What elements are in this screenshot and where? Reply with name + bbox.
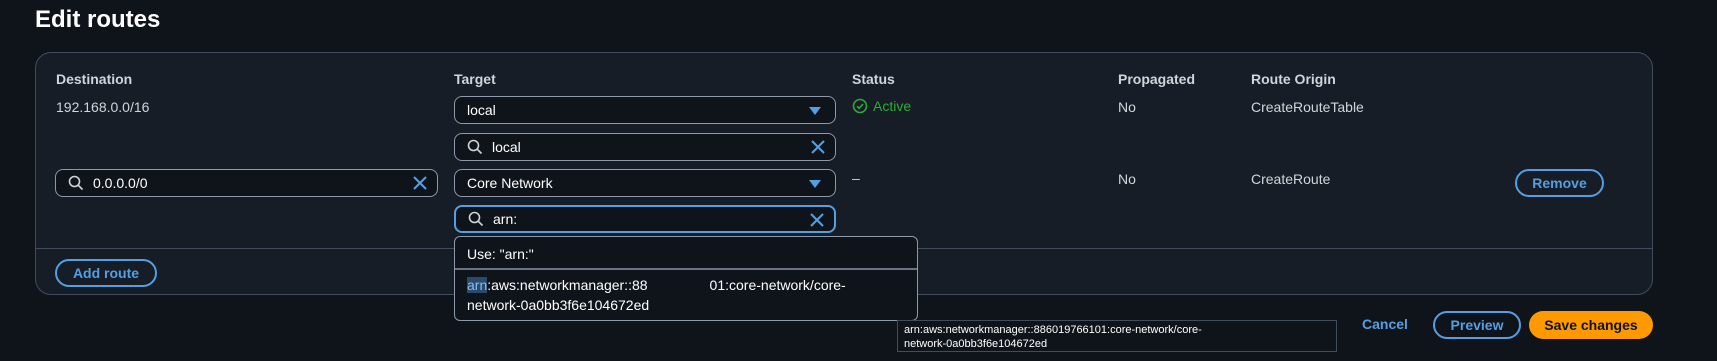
clear-icon[interactable] [811, 140, 825, 154]
clear-icon[interactable] [413, 176, 427, 190]
row1-target-search-value: local [492, 139, 521, 155]
row1-route-origin: CreateRouteTable [1251, 99, 1364, 115]
page-title: Edit routes [35, 6, 161, 33]
option-match-highlight: arn [467, 277, 488, 293]
option-text-part2: 01:core-network/core- [709, 277, 846, 293]
row2-target-select[interactable]: Core Network [454, 169, 836, 197]
row1-target-select-value: local [467, 102, 496, 118]
add-route-button[interactable]: Add route [55, 259, 157, 287]
row1-target-select[interactable]: local [454, 96, 836, 124]
status-success-icon [852, 98, 868, 114]
row2-target-search[interactable]: arn: [454, 205, 836, 233]
option-text-part3: network-0a0bb3f6e104672ed [467, 297, 650, 313]
search-icon [68, 175, 84, 191]
arn-tooltip: arn:aws:networkmanager::886019766101:cor… [897, 320, 1337, 352]
core-network-option[interactable]: arn:aws:networkmanager::88 01:core-networ… [467, 275, 887, 315]
preview-button[interactable]: Preview [1433, 311, 1521, 339]
row2-status: – [852, 170, 860, 186]
column-header-target: Target [454, 71, 496, 87]
row1-propagated: No [1118, 99, 1136, 115]
row1-status: Active [852, 98, 911, 114]
redacted-region [647, 279, 710, 294]
search-icon [467, 139, 483, 155]
column-header-route-origin: Route Origin [1251, 71, 1336, 87]
row1-target-search[interactable]: local [454, 133, 836, 161]
row2-target-select-value: Core Network [467, 175, 553, 191]
row2-target-search-value: arn: [493, 211, 518, 227]
caret-down-icon [809, 107, 821, 115]
row2-destination-search[interactable]: 0.0.0.0/0 [55, 169, 438, 197]
clear-icon[interactable] [810, 213, 824, 227]
caret-down-icon [809, 180, 821, 188]
cancel-button[interactable]: Cancel [1362, 316, 1408, 332]
search-icon [468, 211, 484, 227]
remove-button[interactable]: Remove [1515, 169, 1604, 197]
row2-destination-value: 0.0.0.0/0 [93, 175, 148, 191]
row2-propagated: No [1118, 171, 1136, 187]
option-text-part1: :aws:networkmanager::88 [487, 277, 648, 293]
column-header-status: Status [852, 71, 895, 87]
column-header-propagated: Propagated [1118, 71, 1196, 87]
tooltip-line2: network-0a0bb3f6e104672ed [904, 338, 1048, 350]
row2-route-origin: CreateRoute [1251, 171, 1331, 187]
save-changes-button[interactable]: Save changes [1529, 311, 1653, 339]
column-header-destination: Destination [56, 71, 133, 87]
tooltip-line1: arn:aws:networkmanager::886019766101:cor… [904, 324, 1202, 336]
use-entered-value-option[interactable]: Use: "arn:" [467, 246, 534, 262]
row1-destination: 192.168.0.0/16 [56, 99, 150, 115]
row1-status-text: Active [873, 98, 912, 114]
target-suggestion-dropdown: Use: "arn:" arn:aws:networkmanager::88 01… [454, 236, 918, 321]
dropdown-separator [455, 268, 917, 270]
